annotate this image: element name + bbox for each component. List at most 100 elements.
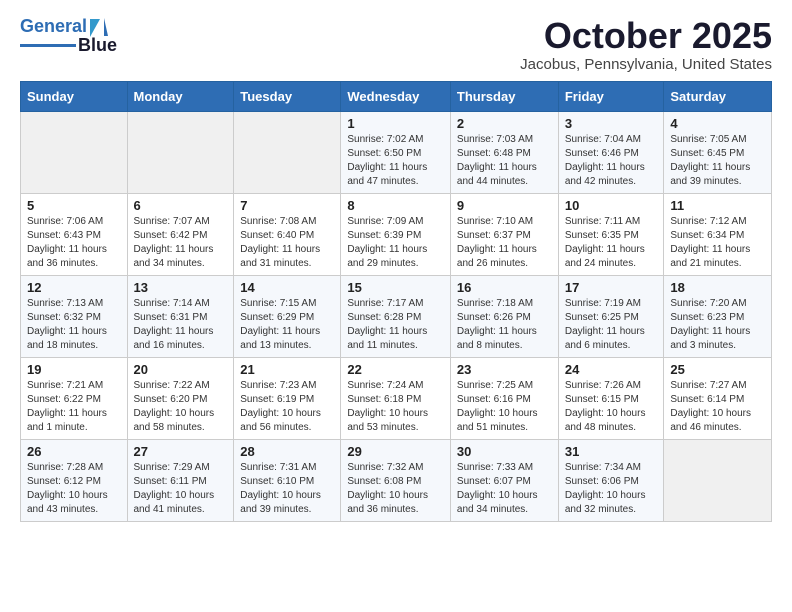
weekday-header-friday: Friday <box>558 81 664 111</box>
calendar-cell: 12 Sunrise: 7:13 AM Sunset: 6:32 PM Dayli… <box>21 275 128 357</box>
day-number: 6 <box>134 198 228 213</box>
calendar-cell: 23 Sunrise: 7:25 AM Sunset: 6:16 PM Dayli… <box>450 357 558 439</box>
calendar-cell: 25 Sunrise: 7:27 AM Sunset: 6:14 PM Dayli… <box>664 357 772 439</box>
calendar-cell: 19 Sunrise: 7:21 AM Sunset: 6:22 PM Dayli… <box>21 357 128 439</box>
day-info: Sunrise: 7:13 AM Sunset: 6:32 PM Dayligh… <box>27 297 121 353</box>
day-number: 24 <box>565 362 658 377</box>
day-number: 7 <box>240 198 334 213</box>
day-info: Sunrise: 7:31 AM Sunset: 6:10 PM Dayligh… <box>240 461 334 517</box>
day-info: Sunrise: 7:32 AM Sunset: 6:08 PM Dayligh… <box>347 461 444 517</box>
day-info: Sunrise: 7:27 AM Sunset: 6:14 PM Dayligh… <box>670 379 765 435</box>
day-number: 13 <box>134 280 228 295</box>
day-info: Sunrise: 7:22 AM Sunset: 6:20 PM Dayligh… <box>134 379 228 435</box>
day-info: Sunrise: 7:12 AM Sunset: 6:34 PM Dayligh… <box>670 215 765 271</box>
week-row-2: 5Sunrise: 7:06 AM Sunset: 6:43 PM Daylig… <box>21 193 772 275</box>
day-number: 8 <box>347 198 444 213</box>
day-info: Sunrise: 7:08 AM Sunset: 6:40 PM Dayligh… <box>240 215 334 271</box>
calendar-cell: 9 Sunrise: 7:10 AM Sunset: 6:37 PM Daylig… <box>450 193 558 275</box>
calendar-cell: 29 Sunrise: 7:32 AM Sunset: 6:08 PM Dayli… <box>341 439 451 521</box>
calendar-cell: 1 Sunrise: 7:02 AM Sunset: 6:50 PM Daylig… <box>341 111 451 193</box>
day-number: 20 <box>134 362 228 377</box>
calendar-cell: 22 Sunrise: 7:24 AM Sunset: 6:18 PM Dayli… <box>341 357 451 439</box>
day-number: 22 <box>347 362 444 377</box>
day-info: Sunrise: 7:10 AM Sunset: 6:37 PM Dayligh… <box>457 215 552 271</box>
day-number: 12 <box>27 280 121 295</box>
day-info: Sunrise: 7:05 AM Sunset: 6:45 PM Dayligh… <box>670 133 765 189</box>
day-info: Sunrise: 7:02 AM Sunset: 6:50 PM Dayligh… <box>347 133 444 189</box>
day-info: Sunrise: 7:20 AM Sunset: 6:23 PM Dayligh… <box>670 297 765 353</box>
day-info: Sunrise: 7:15 AM Sunset: 6:29 PM Dayligh… <box>240 297 334 353</box>
day-number: 9 <box>457 198 552 213</box>
calendar-cell: 27Sunrise: 7:29 AM Sunset: 6:11 PM Dayli… <box>127 439 234 521</box>
calendar-cell: 2Sunrise: 7:03 AM Sunset: 6:48 PM Daylig… <box>450 111 558 193</box>
day-number: 23 <box>457 362 552 377</box>
calendar-cell: 5Sunrise: 7:06 AM Sunset: 6:43 PM Daylig… <box>21 193 128 275</box>
weekday-header-thursday: Thursday <box>450 81 558 111</box>
calendar-cell: 21Sunrise: 7:23 AM Sunset: 6:19 PM Dayli… <box>234 357 341 439</box>
logo-triangle2 <box>104 18 108 36</box>
calendar-cell: 3 Sunrise: 7:04 AM Sunset: 6:46 PM Daylig… <box>558 111 664 193</box>
day-info: Sunrise: 7:07 AM Sunset: 6:42 PM Dayligh… <box>134 215 228 271</box>
day-info: Sunrise: 7:34 AM Sunset: 6:06 PM Dayligh… <box>565 461 658 517</box>
calendar-cell: 8 Sunrise: 7:09 AM Sunset: 6:39 PM Daylig… <box>341 193 451 275</box>
day-info: Sunrise: 7:14 AM Sunset: 6:31 PM Dayligh… <box>134 297 228 353</box>
calendar-cell <box>234 111 341 193</box>
day-info: Sunrise: 7:21 AM Sunset: 6:22 PM Dayligh… <box>27 379 121 435</box>
calendar-cell <box>664 439 772 521</box>
calendar-cell: 26Sunrise: 7:28 AM Sunset: 6:12 PM Dayli… <box>21 439 128 521</box>
calendar-cell: 10 Sunrise: 7:11 AM Sunset: 6:35 PM Dayli… <box>558 193 664 275</box>
calendar-cell: 7 Sunrise: 7:08 AM Sunset: 6:40 PM Daylig… <box>234 193 341 275</box>
weekday-header-row: SundayMondayTuesdayWednesdayThursdayFrid… <box>21 81 772 111</box>
calendar-cell: 15 Sunrise: 7:17 AM Sunset: 6:28 PM Dayli… <box>341 275 451 357</box>
title-area: October 2025 Jacobus, Pennsylvania, Unit… <box>520 16 772 73</box>
day-number: 27 <box>134 444 228 459</box>
calendar-cell: 13 Sunrise: 7:14 AM Sunset: 6:31 PM Dayli… <box>127 275 234 357</box>
day-number: 5 <box>27 198 121 213</box>
calendar-cell: 18Sunrise: 7:20 AM Sunset: 6:23 PM Dayli… <box>664 275 772 357</box>
header: General Blue October 2025 Jacobus, Penns… <box>20 16 772 73</box>
logo-blue-bar <box>20 44 76 47</box>
calendar-cell: 31 Sunrise: 7:34 AM Sunset: 6:06 PM Dayli… <box>558 439 664 521</box>
calendar-cell: 6 Sunrise: 7:07 AM Sunset: 6:42 PM Daylig… <box>127 193 234 275</box>
calendar-cell: 24 Sunrise: 7:26 AM Sunset: 6:15 PM Dayli… <box>558 357 664 439</box>
weekday-header-sunday: Sunday <box>21 81 128 111</box>
week-row-1: 1 Sunrise: 7:02 AM Sunset: 6:50 PM Daylig… <box>21 111 772 193</box>
day-info: Sunrise: 7:17 AM Sunset: 6:28 PM Dayligh… <box>347 297 444 353</box>
day-info: Sunrise: 7:33 AM Sunset: 6:07 PM Dayligh… <box>457 461 552 517</box>
week-row-3: 12 Sunrise: 7:13 AM Sunset: 6:32 PM Dayli… <box>21 275 772 357</box>
logo-triangle <box>90 19 104 37</box>
day-number: 16 <box>457 280 552 295</box>
weekday-header-tuesday: Tuesday <box>234 81 341 111</box>
day-number: 15 <box>347 280 444 295</box>
day-number: 3 <box>565 116 658 131</box>
day-number: 4 <box>670 116 765 131</box>
day-info: Sunrise: 7:25 AM Sunset: 6:16 PM Dayligh… <box>457 379 552 435</box>
calendar-cell: 30 Sunrise: 7:33 AM Sunset: 6:07 PM Dayli… <box>450 439 558 521</box>
logo-blue-text: Blue <box>78 35 117 56</box>
day-number: 31 <box>565 444 658 459</box>
day-info: Sunrise: 7:04 AM Sunset: 6:46 PM Dayligh… <box>565 133 658 189</box>
weekday-header-wednesday: Wednesday <box>341 81 451 111</box>
day-number: 28 <box>240 444 334 459</box>
day-number: 17 <box>565 280 658 295</box>
week-row-5: 26Sunrise: 7:28 AM Sunset: 6:12 PM Dayli… <box>21 439 772 521</box>
day-info: Sunrise: 7:03 AM Sunset: 6:48 PM Dayligh… <box>457 133 552 189</box>
day-number: 30 <box>457 444 552 459</box>
day-info: Sunrise: 7:24 AM Sunset: 6:18 PM Dayligh… <box>347 379 444 435</box>
calendar-cell: 20 Sunrise: 7:22 AM Sunset: 6:20 PM Dayli… <box>127 357 234 439</box>
location-title: Jacobus, Pennsylvania, United States <box>520 56 772 73</box>
day-info: Sunrise: 7:11 AM Sunset: 6:35 PM Dayligh… <box>565 215 658 271</box>
day-info: Sunrise: 7:09 AM Sunset: 6:39 PM Dayligh… <box>347 215 444 271</box>
day-number: 10 <box>565 198 658 213</box>
day-info: Sunrise: 7:18 AM Sunset: 6:26 PM Dayligh… <box>457 297 552 353</box>
weekday-header-monday: Monday <box>127 81 234 111</box>
calendar-cell <box>127 111 234 193</box>
day-number: 25 <box>670 362 765 377</box>
day-number: 11 <box>670 198 765 213</box>
day-info: Sunrise: 7:19 AM Sunset: 6:25 PM Dayligh… <box>565 297 658 353</box>
day-info: Sunrise: 7:26 AM Sunset: 6:15 PM Dayligh… <box>565 379 658 435</box>
calendar-cell <box>21 111 128 193</box>
day-number: 29 <box>347 444 444 459</box>
day-number: 19 <box>27 362 121 377</box>
day-number: 1 <box>347 116 444 131</box>
